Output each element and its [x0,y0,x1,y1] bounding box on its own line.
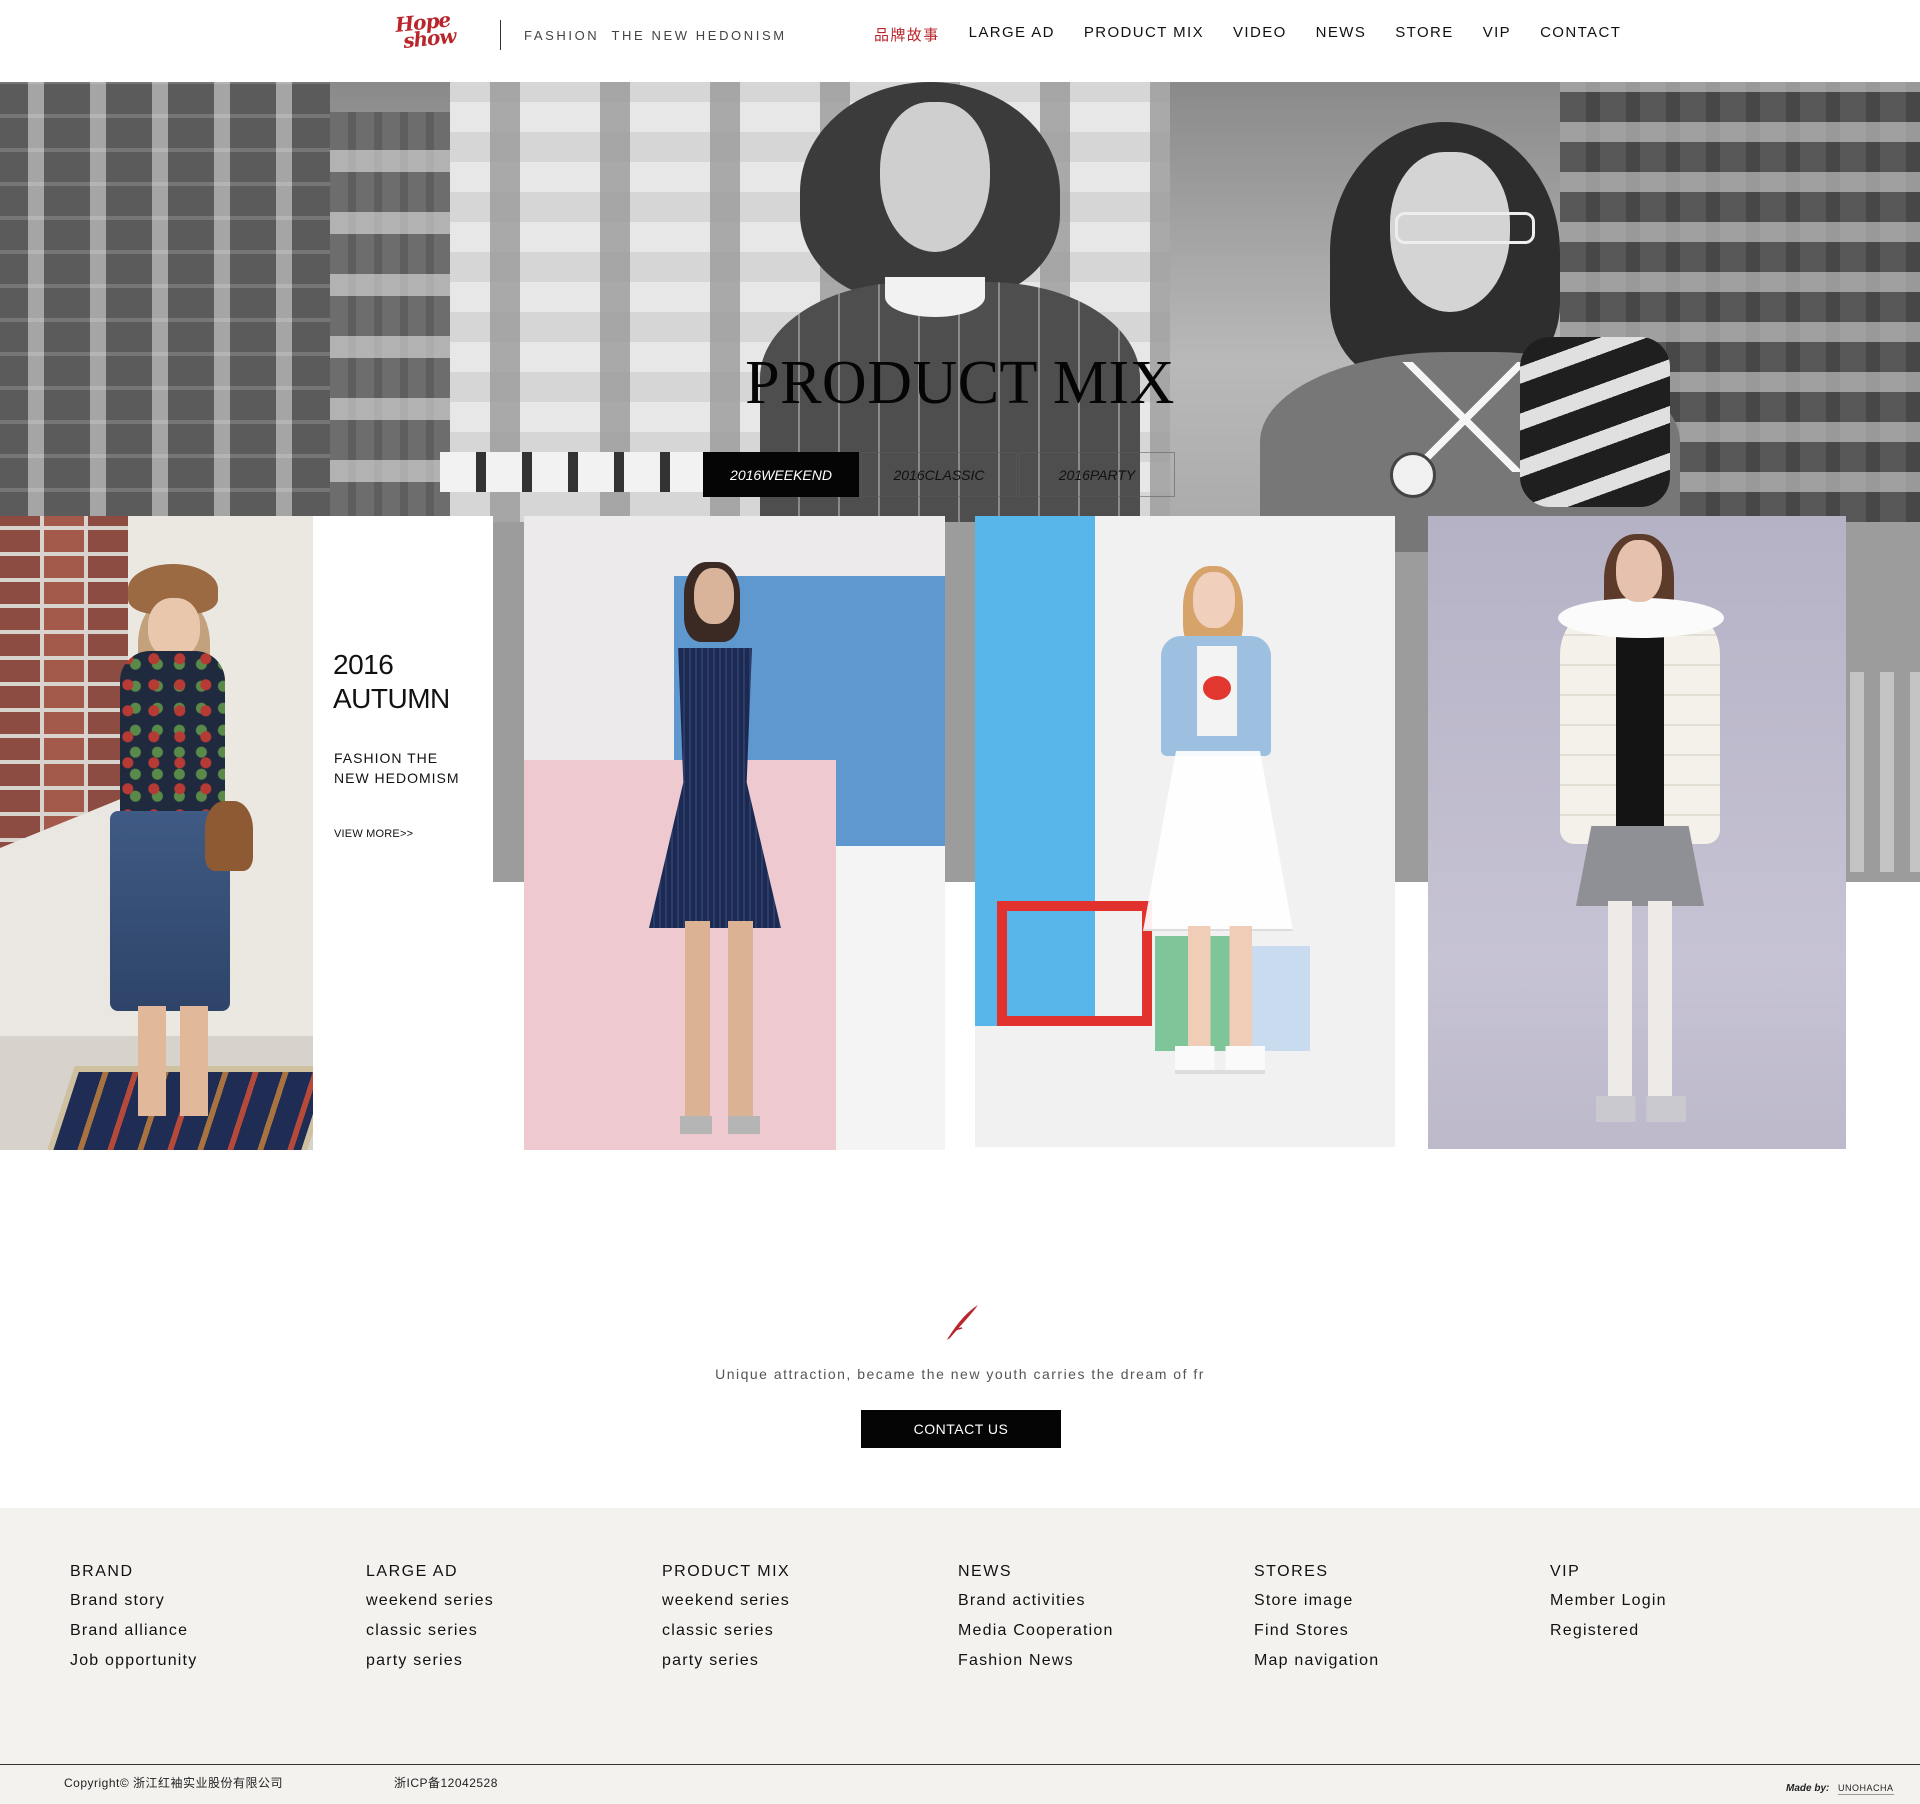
footer-col-vip: VIP Member Login Registered [1550,1563,1846,1681]
feature-heading: 2016 AUTUMN [333,648,450,716]
footer-link[interactable]: Map navigation [1254,1651,1550,1671]
footer-link[interactable]: weekend series [662,1591,958,1611]
footer-columns: BRAND Brand story Brand alliance Job opp… [70,1563,1846,1681]
nav-item-brand-story[interactable]: 品牌故事 [874,24,940,45]
view-more-link[interactable]: VIEW MORE>> [334,828,413,840]
feature-subtitle-line1: FASHION THE [334,750,439,766]
tab-2016-weekend[interactable]: 2016WEEKEND [703,452,859,497]
nav-item-store[interactable]: STORE [1395,24,1453,45]
footer-col-news: NEWS Brand activities Media Cooperation … [958,1563,1254,1681]
footer-col-large-ad: LARGE AD weekend series classic series p… [366,1563,662,1681]
footer-divider [0,1764,1920,1765]
hero-model-right [1260,122,1680,552]
site-footer: BRAND Brand story Brand alliance Job opp… [0,1508,1920,1804]
tab-2016-classic[interactable]: 2016CLASSIC [861,452,1017,497]
hero-building-left [0,82,330,522]
feature-season: AUTUMN [333,683,450,714]
footer-col-title: STORES [1254,1563,1329,1580]
footer-link[interactable]: Find Stores [1254,1621,1550,1641]
feature-subtitle: FASHION THE NEW HEDOMISM [334,748,484,788]
made-by-label: Made by: [1786,1783,1830,1794]
footer-col-title: PRODUCT MIX [662,1563,791,1580]
footer-col-title: VIP [1550,1563,1581,1580]
footer-link[interactable]: Fashion News [958,1651,1254,1671]
footer-link[interactable]: Registered [1550,1621,1846,1641]
footer-col-product-mix: PRODUCT MIX weekend series classic serie… [662,1563,958,1681]
footer-col-brand: BRAND Brand story Brand alliance Job opp… [70,1563,366,1681]
footer-col-title: NEWS [958,1563,1012,1580]
footer-link[interactable]: classic series [662,1621,958,1641]
product-photo-autumn[interactable] [0,516,313,1150]
tab-2016-party[interactable]: 2016PARTY [1019,452,1175,497]
product-photo-puffer-jacket[interactable] [1428,516,1846,1149]
contact-us-button[interactable]: CONTACT US [861,1410,1061,1448]
footer-link[interactable]: classic series [366,1621,662,1641]
brand-tagline: FASHION THE NEW HEDONISM [524,28,787,43]
nav-item-news[interactable]: NEWS [1316,24,1367,45]
footer-link[interactable]: Brand alliance [70,1621,366,1641]
nav-item-video[interactable]: VIDEO [1233,24,1287,45]
nav-item-contact[interactable]: CONTACT [1540,24,1621,45]
footer-link[interactable]: party series [662,1651,958,1671]
footer-link[interactable]: party series [366,1651,662,1671]
footer-link[interactable]: Member Login [1550,1591,1846,1611]
footer-col-stores: STORES Store image Find Stores Map navig… [1254,1563,1550,1681]
logo-divider [500,20,501,50]
nav-item-large-ad[interactable]: LARGE AD [969,24,1055,45]
hero-building-narrow [330,112,450,522]
footer-col-title: BRAND [70,1563,134,1580]
copyright-text: Copyright© 浙江红袖实业股份有限公司 [64,1776,284,1790]
footer-link[interactable]: Media Cooperation [958,1621,1254,1641]
footer-col-title: LARGE AD [366,1563,459,1580]
footer-link[interactable]: Brand activities [958,1591,1254,1611]
footer-link[interactable]: Job opportunity [70,1651,366,1671]
nav-item-vip[interactable]: VIP [1483,24,1511,45]
feather-icon [947,1305,978,1340]
feature-subtitle-line2: NEW HEDOMISM [334,770,460,786]
icp-license[interactable]: 浙ICP备12042528 [394,1774,498,1791]
brand-slogan: Unique attraction, became the new youth … [715,1366,1205,1382]
feature-text-panel: 2016 AUTUMN FASHION THE NEW HEDOMISM VIE… [313,516,493,1150]
footer-link[interactable]: weekend series [366,1591,662,1611]
nav-item-product-mix[interactable]: PRODUCT MIX [1084,24,1204,45]
product-photo-dress[interactable] [524,516,945,1150]
footer-link[interactable]: Brand story [70,1591,366,1611]
feature-year: 2016 [333,649,394,680]
logo-text-line2: show [402,23,457,53]
footer-link[interactable]: Store image [1254,1591,1550,1611]
product-photo-tulle-skirt[interactable] [975,516,1395,1147]
agency-logo[interactable]: UNOHACHA [1838,1783,1894,1795]
hero-title: PRODUCT MIX [745,349,1175,417]
site-header: Hope show FASHION THE NEW HEDONISM 品牌故事 … [0,0,1920,82]
main-nav: 品牌故事 LARGE AD PRODUCT MIX VIDEO NEWS STO… [874,24,1650,45]
series-tabs: 2016WEEKEND 2016CLASSIC 2016PARTY [703,452,1177,497]
brand-logo[interactable]: Hope show [394,7,476,54]
